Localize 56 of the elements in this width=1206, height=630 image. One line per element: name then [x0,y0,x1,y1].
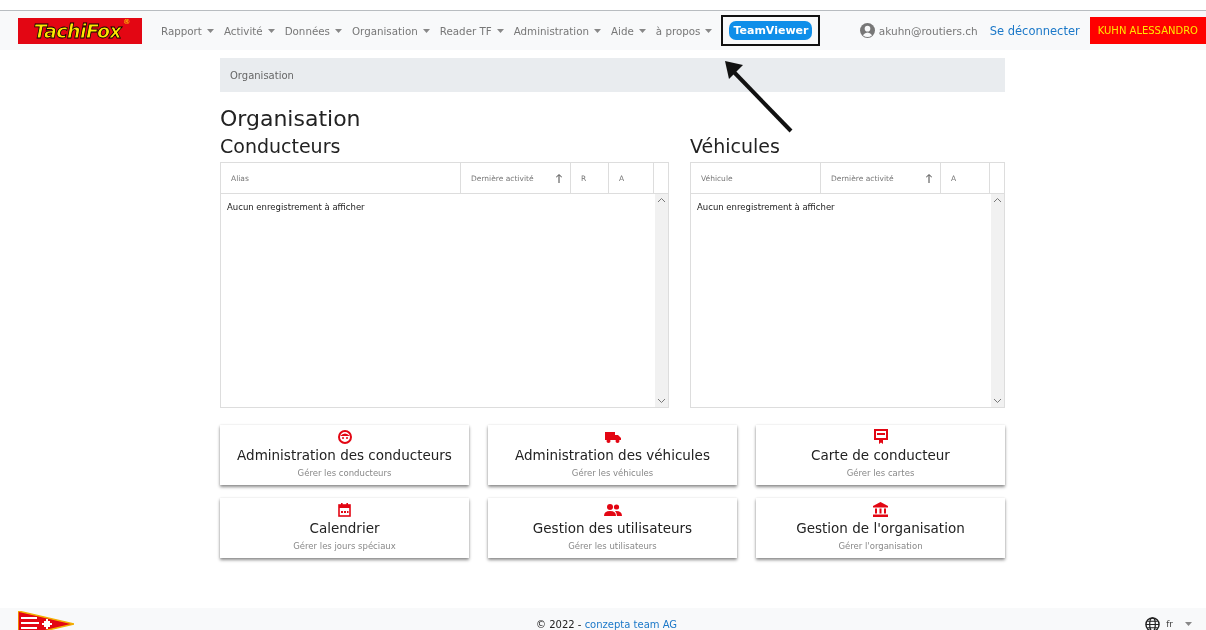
card-subtitle: Gérer les utilisateurs [568,541,657,551]
card-title: Gestion de l'organisation [796,520,965,536]
scrollbar[interactable] [655,194,668,407]
language-selector[interactable]: fr [1139,615,1198,630]
navigation-card[interactable]: Calendrier Gérer les jours spéciaux [220,498,469,558]
nav-menu-item[interactable]: Reader TF [434,24,509,37]
badge-icon [873,429,888,444]
nav-menu-item[interactable]: à propos [650,24,718,37]
empty-message: Aucun enregistrement à afficher [696,201,836,214]
company-link[interactable]: conzepta team AG [584,618,678,630]
scrollbar[interactable] [991,194,1004,407]
navigation-card[interactable]: Administration des conducteurs Gérer les conducteurs [220,425,469,485]
nav-menu-item[interactable]: Administration [508,24,607,37]
caret-icon [1185,622,1192,626]
empty-message: Aucun enregistrement à afficher [226,201,366,214]
annotation-arrow [725,61,794,133]
card-subtitle: Gérer les cartes [846,468,915,478]
nav-menu-item[interactable]: Activité [218,24,280,37]
scroll-down-icon[interactable] [658,399,665,403]
users-icon [603,503,622,516]
card-subtitle: Gérer les jours spéciaux [293,541,396,551]
card-title: Carte de conducteur [811,447,950,463]
card-subtitle: Gérer les conducteurs [297,468,392,478]
user-email: akuhn@routiers.ch [878,24,978,37]
section-title: Conducteurs [220,135,342,159]
nav-menu-item[interactable]: Données [279,24,347,37]
page-title: Organisation [220,106,362,131]
card-title: Gestion des utilisateurs [532,520,693,536]
nav-menu-item[interactable]: Organisation [346,24,435,37]
logout-link[interactable]: Se déconnecter [989,23,1080,38]
navigation-card[interactable]: Gestion des utilisateurs Gérer les utilisateurs [488,498,737,558]
navigation-card[interactable]: Carte de conducteur Gérer les cartes [756,425,1005,485]
navigation-card[interactable]: Administration des véhicules Gérer les véhicules [488,425,737,485]
user-name-button[interactable]: KUHN ALESSANDRO [1089,17,1206,44]
scroll-up-icon[interactable] [658,198,665,202]
card-title: Calendrier [309,520,380,536]
copyright-text: © 2022 - conzepta team AG [536,618,678,630]
user-icon [859,23,875,38]
face-icon [337,429,352,444]
truck-icon [604,430,621,443]
section-title: Véhicules [690,135,781,159]
globe-icon [1145,616,1161,630]
teamviewer-button[interactable]: TeamViewer [729,21,813,40]
card-title: Administration des conducteurs [237,447,452,463]
scroll-up-icon[interactable] [994,198,1001,202]
card-subtitle: Gérer l'organisation [838,541,923,551]
bank-icon [873,502,888,517]
nav-menu-item[interactable]: Aide [606,24,651,37]
navigation-card[interactable]: Gestion de l'organisation Gérer l'organisation [756,498,1005,558]
breadcrumb-item[interactable]: Organisation [230,69,294,81]
scroll-down-icon[interactable] [994,399,1001,403]
card-subtitle: Gérer les véhicules [571,468,654,478]
card-title: Administration des véhicules [515,447,710,463]
calendar-icon [338,502,351,517]
logo-text: TachiFox [33,18,122,44]
nav-menu-item[interactable]: Rapport [156,24,219,37]
